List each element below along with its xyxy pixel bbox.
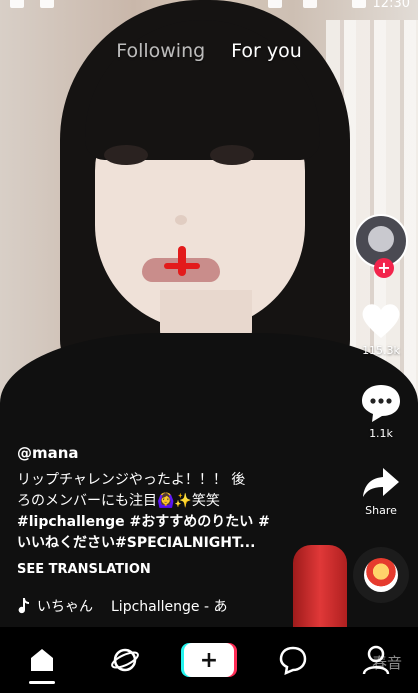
video-caption: @mana リップチャレンジやったよ！！！ 後 ろのメンバーにも注目🙆‍♀️✨笑…: [17, 444, 307, 577]
person-eye-left: [104, 145, 148, 165]
battery-icon: [352, 0, 366, 8]
alarm-icon: [268, 0, 282, 8]
see-translation-button[interactable]: SEE TRANSLATION: [17, 562, 307, 577]
action-bar: + 115.3k 1.1k Share: [352, 214, 410, 603]
status-time: 12:30: [372, 0, 410, 11]
tiktok-feed-screen: 12:30 Following For you + 115.3k 1.1k Sh…: [0, 0, 418, 693]
creator-avatar[interactable]: +: [354, 214, 408, 278]
home-icon: [30, 649, 53, 671]
person-eye-right: [210, 145, 254, 165]
nav-inbox[interactable]: [265, 632, 321, 688]
like-button[interactable]: 115.3k: [360, 302, 402, 357]
lip-marker-vertical: [178, 246, 186, 276]
caption-line-2: ろのメンバーにも注目🙆‍♀️✨笑笑: [17, 493, 220, 509]
person-nose: [175, 215, 187, 225]
comment-icon: [362, 385, 400, 422]
discover-planet-icon: [111, 648, 140, 672]
music-disc[interactable]: [353, 547, 409, 603]
music-artist: いちゃん: [37, 599, 93, 615]
tab-following[interactable]: Following: [116, 40, 205, 62]
follow-plus-icon[interactable]: +: [374, 258, 394, 278]
creator-username[interactable]: @mana: [17, 444, 307, 462]
nav-home[interactable]: [14, 632, 70, 688]
heart-icon: [362, 304, 400, 338]
share-arrow-icon: [363, 468, 399, 497]
music-track: Lipchallenge - あ: [111, 599, 228, 615]
lip-marker-horizontal: [164, 263, 200, 269]
caption-hashtags[interactable]: #lipchallenge #おすすめのりたい #: [17, 512, 307, 533]
tab-for-you[interactable]: For you: [231, 40, 302, 62]
nav-create[interactable]: +: [181, 632, 237, 688]
share-button[interactable]: Share: [361, 466, 401, 517]
music-disc-cover: [364, 558, 398, 592]
wifi-icon: [303, 0, 317, 8]
status-bar: 12:30: [0, 0, 418, 14]
comment-button[interactable]: 1.1k: [360, 383, 402, 440]
inbox-chat-icon: [279, 646, 306, 675]
feed-tabs: Following For you: [0, 40, 418, 62]
gallery-icon: [40, 0, 54, 8]
music-note-icon: [18, 598, 29, 614]
comment-count: 1.1k: [369, 427, 393, 440]
create-plus-icon: +: [183, 643, 234, 677]
notification-icon: [10, 0, 24, 8]
music-info[interactable]: いちゃん Lipchallenge - あ: [17, 596, 227, 616]
like-count: 115.3k: [362, 344, 400, 357]
avatar-image: [368, 226, 394, 252]
share-label: Share: [365, 504, 397, 517]
bottom-nav: + 春音: [0, 627, 418, 693]
watermark-text: 春音: [371, 654, 402, 672]
caption-line-1: リップチャレンジやったよ！！！ 後: [17, 472, 246, 488]
caption-hashtags-2[interactable]: いいねください#SPECIALNIGHT...: [17, 533, 307, 554]
nav-discover[interactable]: [97, 632, 153, 688]
